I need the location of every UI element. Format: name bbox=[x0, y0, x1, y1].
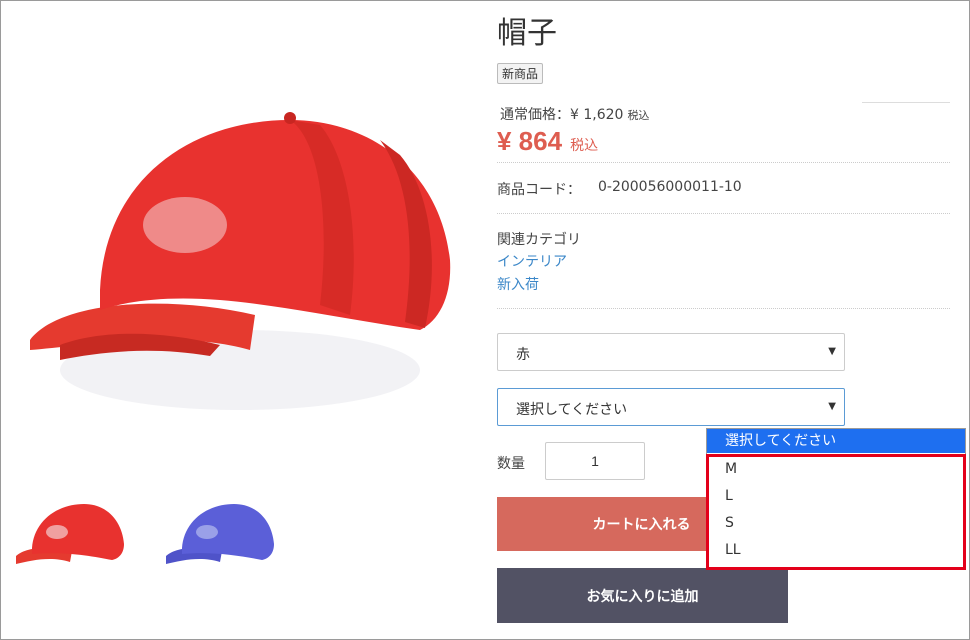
divider bbox=[862, 102, 950, 103]
chevron-down-icon: ▼ bbox=[828, 346, 836, 357]
divider bbox=[497, 162, 950, 163]
sale-tax-label: 税込 bbox=[570, 137, 599, 153]
dropdown-option-placeholder[interactable]: 選択してください bbox=[707, 429, 965, 453]
sale-price: ¥ 864 税込 bbox=[497, 126, 598, 157]
dropdown-option-ll[interactable]: LL bbox=[707, 537, 965, 563]
category-link-new-arrivals[interactable]: 新入荷 bbox=[497, 274, 539, 294]
size-select[interactable]: 選択してください ▼ bbox=[497, 388, 845, 426]
size-select-value: 選択してください bbox=[516, 402, 628, 418]
regular-price-value: ¥ 1,620 bbox=[570, 107, 624, 123]
product-code-label: 商品コード： bbox=[497, 182, 581, 198]
divider bbox=[497, 213, 950, 214]
divider bbox=[497, 308, 950, 309]
tax-label: 税込 bbox=[627, 109, 650, 122]
thumbnail-red-cap[interactable] bbox=[12, 496, 132, 576]
thumbnail-blue-cap[interactable] bbox=[162, 496, 282, 576]
product-main-image bbox=[30, 112, 451, 410]
color-select-value: 赤 bbox=[516, 347, 530, 363]
chevron-down-icon: ▼ bbox=[828, 401, 836, 412]
quantity-label: 数量 bbox=[497, 456, 525, 472]
regular-price: 通常価格：¥ 1,620 税込 bbox=[500, 104, 649, 124]
dropdown-option-l[interactable]: L bbox=[707, 483, 965, 509]
add-to-favorite-button[interactable]: お気に入りに追加 bbox=[497, 568, 788, 623]
dropdown-option-m[interactable]: M bbox=[707, 456, 965, 482]
color-select[interactable]: 赤 ▼ bbox=[497, 333, 845, 371]
regular-price-label: 通常価格： bbox=[500, 107, 570, 123]
category-link-interior[interactable]: インテリア bbox=[497, 251, 567, 271]
new-product-badge: 新商品 bbox=[497, 63, 544, 84]
product-code-value: 0-200056000011-10 bbox=[598, 179, 742, 195]
dropdown-option-s[interactable]: S bbox=[707, 510, 965, 536]
quantity-input[interactable] bbox=[545, 442, 645, 480]
sale-price-value: ¥ 864 bbox=[497, 126, 563, 156]
related-category-label: 関連カテゴリ bbox=[497, 232, 581, 248]
size-dropdown-list: 選択してください M L S LL bbox=[706, 428, 966, 568]
product-title: 帽子 bbox=[497, 16, 557, 51]
